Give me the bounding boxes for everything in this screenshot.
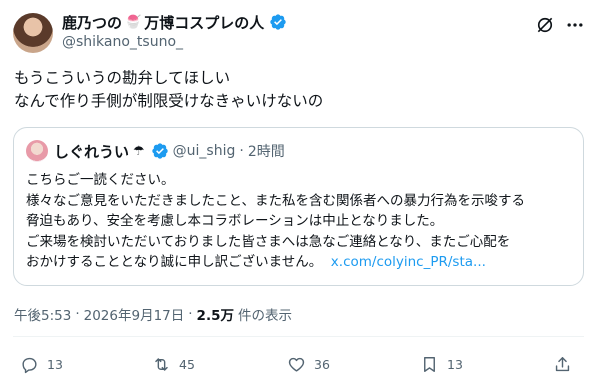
quoted-text-line-end: おかけすることとなり誠に申し訳ございません。 [26, 254, 323, 270]
share-icon [555, 356, 570, 371]
author-display-name[interactable]: 鹿乃つの [62, 12, 122, 33]
post-text-line: なんで作り手側が制限受けなきゃいけないの [14, 92, 324, 110]
quoted-link[interactable]: x.com/colyinc_PR/sta... [331, 254, 486, 270]
separator-dot: · [75, 306, 80, 322]
post-text-line: もうこういうの勘弁してほしい [14, 69, 231, 87]
post-meta: 午後5:53 · 2026年9月17日 · 2.5万 件の表示 [14, 304, 292, 324]
post-text: もうこういうの勘弁してほしい なんで作り手側が制限受けなきゃいけないの [14, 67, 584, 113]
post-time[interactable]: 午後5:53 [14, 304, 71, 324]
quoted-post-text: こちらご一読ください。 様々なご意見をいただきましたこと、また私を含む関係者への… [26, 170, 574, 273]
author-avatar[interactable] [13, 13, 53, 53]
separator-dot: · [239, 143, 244, 159]
quoted-author-handle: @ui_shig [172, 143, 236, 159]
views-count: 2.5万 [196, 308, 234, 324]
reply-count: 13 [47, 356, 63, 372]
quoted-text-line: こちらご一読ください。 [26, 172, 175, 188]
quoted-text-line: おかけすることとなり誠に申し訳ございません。 x.com/colyinc_PR/… [26, 252, 574, 273]
author-name-row[interactable]: 鹿乃つの 🍧 万博コスプレの人 [62, 12, 287, 32]
bookmark-count: 13 [447, 356, 463, 372]
post: 鹿乃つの 🍧 万博コスプレの人 @shikano_tsuno_ もうこういうの勘… [0, 0, 597, 378]
quoted-post-header: しぐれうい ☂ @ui_shig · 2時間 [54, 140, 285, 162]
quoted-post[interactable]: しぐれうい ☂ @ui_shig · 2時間 こちらご一読ください。 様々なご意… [13, 127, 584, 286]
views-label: 件の表示 [237, 308, 292, 324]
verified-badge-icon [270, 14, 286, 30]
author-name-suffix[interactable]: 万博コスプレの人 [144, 12, 264, 33]
quoted-text-line: 脅迫もあり、安全を考慮し本コラボレーションは中止となりました。 [26, 213, 444, 229]
like-count: 36 [314, 356, 330, 372]
retweet-count: 45 [179, 356, 195, 372]
bookmark-icon [424, 356, 435, 372]
heart-icon [288, 357, 305, 372]
quoted-author-avatar [26, 140, 48, 162]
like-button[interactable]: 36 [287, 354, 330, 374]
retweet-icon [155, 357, 168, 371]
grok-icon[interactable] [535, 15, 555, 35]
retweet-button[interactable]: 45 [152, 354, 195, 374]
separator-dot: · [188, 306, 193, 322]
divider [13, 336, 584, 337]
reply-icon [22, 357, 37, 373]
quoted-author-name: しぐれうい [54, 142, 130, 161]
more-icon[interactable] [565, 15, 585, 35]
quoted-text-line: 様々なご意見をいただきましたこと、また私を含む関係者への暴力行為を示唆する [26, 192, 525, 209]
shaved-ice-emoji: 🍧 [125, 14, 142, 30]
reply-button[interactable]: 13 [20, 354, 63, 374]
umbrella-emoji: ☂ [133, 143, 145, 159]
share-button[interactable] [553, 354, 572, 374]
author-handle[interactable]: @shikano_tsuno_ [62, 34, 183, 50]
verified-badge-icon [151, 143, 168, 159]
quoted-text-line: ご来場を検討いただいておりました皆さまへは急なご連絡となり、またご心配を [26, 233, 511, 250]
bookmark-button[interactable]: 13 [420, 354, 463, 374]
quoted-post-time: 2時間 [247, 144, 285, 160]
post-date[interactable]: 2026年9月17日 [84, 304, 185, 324]
